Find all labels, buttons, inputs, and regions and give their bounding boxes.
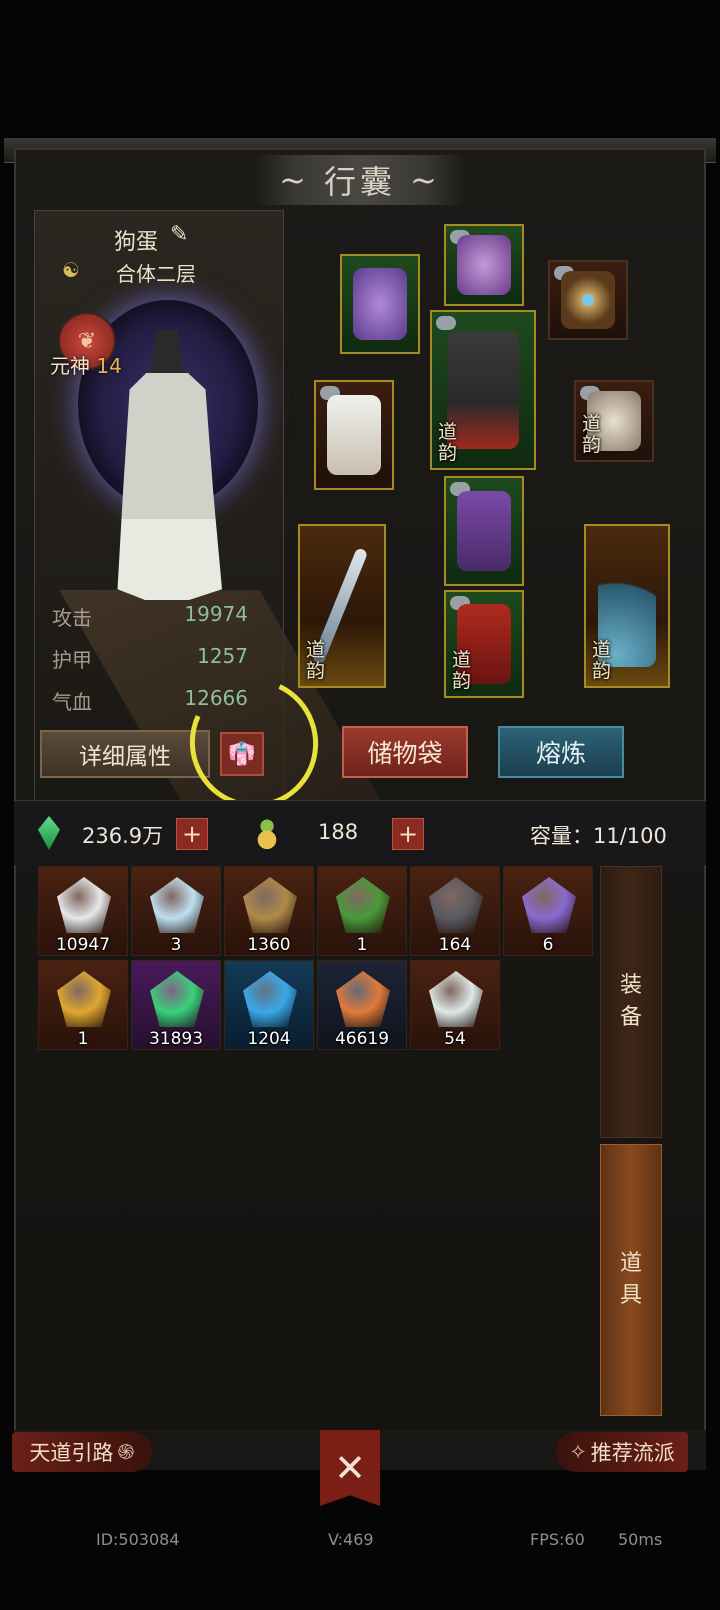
equip-slot-ring[interactable]: 道 韵 bbox=[574, 380, 654, 462]
item-quantity: 46619 bbox=[334, 1029, 390, 1049]
soul-level: 元神 14 bbox=[50, 350, 122, 379]
heavenly-guide-button[interactable]: 天道引路 ֍ bbox=[12, 1432, 152, 1472]
item-quantity: 1360 bbox=[247, 935, 291, 955]
daoyun-badge: 道 韵 bbox=[438, 421, 458, 464]
detail-attributes-button[interactable]: 详细属性 bbox=[40, 730, 210, 778]
smelt-button[interactable]: 熔炼 bbox=[498, 726, 624, 778]
taiji-icon bbox=[429, 971, 483, 1027]
equip-slot-trousers[interactable] bbox=[444, 476, 524, 586]
inventory-item[interactable]: 31893 bbox=[131, 960, 221, 1050]
realm-icon: ☯ bbox=[62, 258, 80, 282]
latency-label: 50ms bbox=[618, 1530, 663, 1549]
colored-orb-icon bbox=[336, 877, 390, 933]
title-ornament-left-icon: ~ bbox=[279, 161, 310, 199]
daoyun-badge: 道 韵 bbox=[306, 639, 326, 682]
rename-brush-icon[interactable]: ✎ bbox=[170, 222, 188, 247]
character-name: 狗蛋 bbox=[114, 230, 159, 255]
inventory-item[interactable]: 164 bbox=[410, 866, 500, 956]
tab-items-char-2: 具 bbox=[619, 1283, 642, 1308]
daoyun-badge: 道 韵 bbox=[452, 649, 472, 692]
item-quantity: 164 bbox=[438, 935, 472, 955]
soul-label-text: 元神 bbox=[50, 354, 90, 378]
ore-pile-icon bbox=[243, 877, 297, 933]
version-label: V:469 bbox=[328, 1530, 374, 1549]
item-quantity: 1 bbox=[356, 935, 368, 955]
ice-shards-icon bbox=[150, 877, 204, 933]
inventory-item[interactable]: 3 bbox=[131, 866, 221, 956]
inventory-grid: 10947 3 1360 1 164 6 1 31893 1204 46619 54 bbox=[18, 862, 598, 1422]
inventory-item[interactable]: 1 bbox=[38, 960, 128, 1050]
stat-attack-value: 19974 bbox=[184, 602, 248, 626]
stat-armor-value: 1257 bbox=[197, 644, 248, 668]
item-quantity: 6 bbox=[542, 935, 554, 955]
inventory-item[interactable]: 1360 bbox=[224, 866, 314, 956]
inventory-item[interactable]: 46619 bbox=[317, 960, 407, 1050]
equip-slot-weapon[interactable]: 道 韵 bbox=[298, 524, 386, 688]
purple-crystal-icon bbox=[522, 877, 576, 933]
player-id: ID:503084 bbox=[96, 1530, 180, 1549]
item-quantity: 1 bbox=[77, 1029, 89, 1049]
equip-slot-hairpin[interactable] bbox=[444, 224, 524, 306]
gold-nugget-icon bbox=[57, 971, 111, 1027]
tab-equipment[interactable]: 装 备 bbox=[600, 866, 662, 1138]
item-quantity: 1204 bbox=[247, 1029, 291, 1049]
tab-equipment-char-1: 装 bbox=[619, 973, 642, 998]
hairpin-icon bbox=[457, 235, 511, 295]
page-title: 行囊 bbox=[323, 163, 396, 201]
white-crystal-icon bbox=[57, 877, 111, 933]
beast-tag-icon bbox=[436, 316, 456, 330]
tab-items[interactable]: 道 具 bbox=[600, 1144, 662, 1416]
recommended-school-button[interactable]: ✧ 推荐流派 bbox=[556, 1432, 688, 1472]
add-jade-button[interactable]: + bbox=[176, 818, 208, 850]
daoyun-badge: 道 韵 bbox=[592, 639, 612, 682]
gem-fragments-icon bbox=[336, 971, 390, 1027]
equip-slot-necklace[interactable] bbox=[548, 260, 628, 340]
stat-armor-label: 护甲 bbox=[52, 648, 92, 672]
storage-bag-button[interactable]: 储物袋 bbox=[342, 726, 468, 778]
soul-level-value: 14 bbox=[96, 354, 122, 378]
equip-slot-fan[interactable]: 道 韵 bbox=[584, 524, 670, 688]
equip-slot-robe[interactable]: 道 韵 bbox=[430, 310, 536, 470]
add-gourd-button[interactable]: + bbox=[392, 818, 424, 850]
item-quantity: 54 bbox=[444, 1029, 466, 1049]
inventory-item[interactable]: 54 bbox=[410, 960, 500, 1050]
trousers-icon bbox=[457, 490, 511, 572]
title-ornament-right-icon: ~ bbox=[410, 161, 441, 199]
item-quantity: 3 bbox=[170, 935, 182, 955]
inventory-item[interactable]: 1204 bbox=[224, 960, 314, 1050]
stat-attack-label: 攻击 bbox=[52, 606, 92, 630]
green-crystal-icon bbox=[150, 971, 204, 1027]
inventory-item[interactable]: 10947 bbox=[38, 866, 128, 956]
school-emblem-icon: ✧ bbox=[569, 1440, 587, 1464]
heavenly-guide-label: 天道引路 bbox=[29, 1441, 114, 1465]
tab-items-char-1: 道 bbox=[619, 1251, 642, 1276]
close-button[interactable]: ✕ bbox=[320, 1430, 380, 1506]
pendant-icon bbox=[353, 267, 407, 341]
jade-currency-value: 236.9万 bbox=[82, 824, 164, 848]
daoyun-badge: 道 韵 bbox=[582, 413, 602, 456]
dark-stone-icon bbox=[429, 877, 483, 933]
bag-capacity: 容量：11/100 bbox=[530, 824, 667, 848]
recommended-school-label: 推荐流派 bbox=[590, 1441, 675, 1465]
stat-hp-label: 气血 bbox=[52, 690, 92, 714]
gourd-currency-value: 188 bbox=[318, 820, 359, 844]
blue-crystal-icon bbox=[243, 971, 297, 1027]
gourd-currency-icon bbox=[256, 816, 278, 850]
inventory-item[interactable]: 6 bbox=[503, 866, 593, 956]
bracer-icon bbox=[327, 394, 381, 476]
item-quantity: 31893 bbox=[148, 1029, 204, 1049]
equip-slot-shoes[interactable]: 道 韵 bbox=[444, 590, 524, 698]
inventory-item[interactable]: 1 bbox=[317, 866, 407, 956]
tab-equipment-char-2: 备 bbox=[619, 1005, 642, 1030]
necklace-icon bbox=[561, 271, 615, 329]
realm-label: 合体二层 bbox=[116, 262, 196, 286]
equip-slot-bracer[interactable] bbox=[314, 380, 394, 490]
title-plate: ~ 行囊 ~ bbox=[255, 155, 465, 205]
item-quantity: 10947 bbox=[55, 935, 111, 955]
fps-label: FPS:60 bbox=[530, 1530, 585, 1549]
equip-slot-pendant[interactable] bbox=[340, 254, 420, 354]
guide-swirl-icon: ֍ bbox=[117, 1440, 135, 1464]
